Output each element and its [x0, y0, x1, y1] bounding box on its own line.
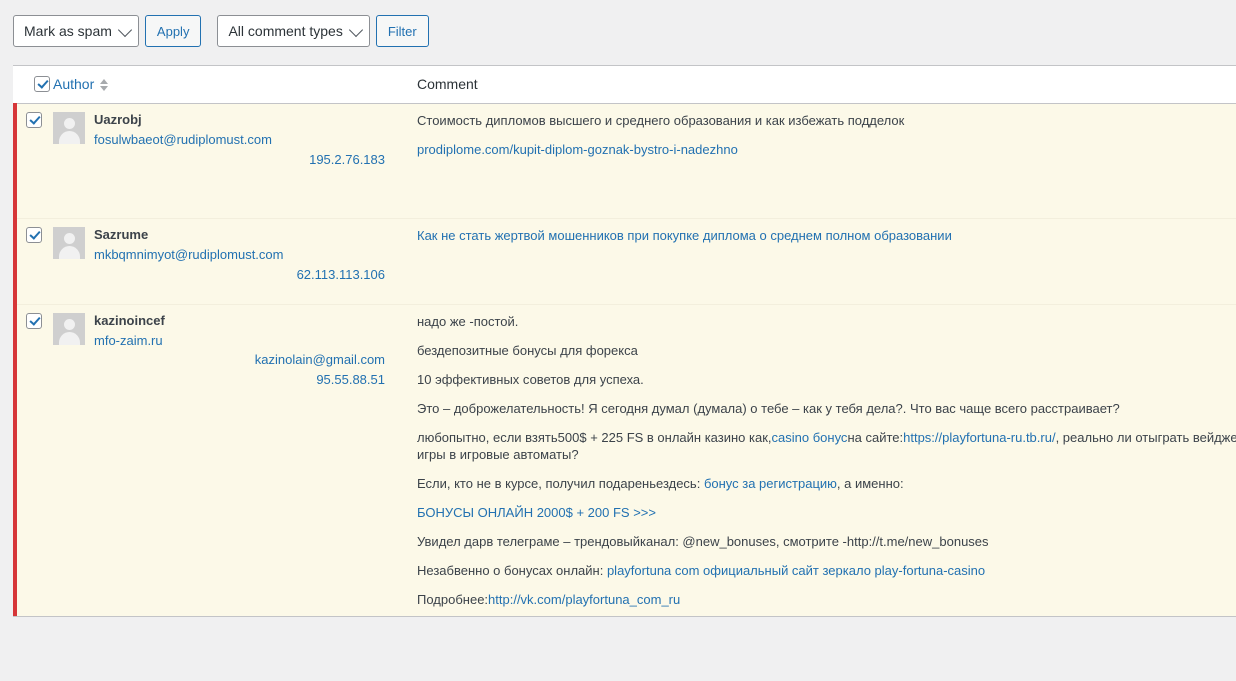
comment-body: надо же -постой. бездепозитные бонусы для…: [417, 313, 1236, 608]
author-cell: Uazrobj fosulwbaeot@rudiplomust.com 195.2.…: [53, 103, 417, 219]
author-ip-link[interactable]: 195.2.76.183: [53, 150, 407, 169]
comment-paragraph: БОНУСЫ ОНЛАЙН 2000$ + 200 FS >>>: [417, 504, 1236, 521]
apply-button[interactable]: Apply: [144, 15, 202, 47]
comment-paragraph: Как не стать жертвой мошенников при поку…: [417, 227, 1236, 244]
comment-link[interactable]: бонус за регистрацию: [704, 476, 837, 491]
chevron-down-icon: [348, 22, 363, 38]
avatar: [53, 112, 85, 144]
bulk-action-select[interactable]: Mark as spam: [13, 15, 139, 47]
author-name: Sazrume: [94, 227, 149, 242]
comment-paragraph: Стоимость дипломов высшего и среднего об…: [417, 112, 1236, 129]
comment-paragraph: Если, кто не в курсе, получил подареньез…: [417, 475, 1236, 492]
chevron-down-icon: [117, 22, 132, 38]
comment-text: Увидел дарв телеграме – трендовыйканал: …: [417, 534, 989, 549]
row-checkbox[interactable]: [26, 112, 42, 128]
comment-paragraph: Увидел дарв телеграме – трендовыйканал: …: [417, 533, 1236, 550]
comment-text: любопытно, если взять500$ + 225 FS в онл…: [417, 430, 772, 445]
comment-text: надо же -постой.: [417, 314, 519, 329]
select-all-header: [15, 66, 53, 104]
comment-cell: Как не стать жертвой мошенников при поку…: [417, 218, 1236, 305]
comment-link[interactable]: https://playfortuna-ru.tb.ru/: [903, 430, 1055, 445]
author-name: kazinoincef: [94, 313, 165, 328]
author-email-link[interactable]: mkbqmnimyot@rudiplomust.com: [94, 245, 283, 264]
comment-paragraph: Незабвенно о бонусах онлайн: playfortuna…: [417, 562, 1236, 579]
author-ip-link[interactable]: 62.113.113.106: [53, 265, 407, 284]
row-select-cell: [13, 304, 53, 616]
row-select-cell: [13, 218, 53, 305]
sort-by-author-link[interactable]: Author: [53, 76, 94, 92]
sort-arrows-icon[interactable]: [100, 79, 109, 92]
bulk-actions-toolbar: Mark as spam Apply All comment types Fil…: [0, 0, 1236, 65]
row-checkbox[interactable]: [26, 313, 42, 329]
filter-button[interactable]: Filter: [375, 15, 429, 47]
table-row: Sazrume mkbqmnimyot@rudiplomust.com 62.113…: [13, 218, 1236, 305]
author-name: Uazrobj: [94, 112, 142, 127]
comment-text: Незабвенно о бонусах онлайн:: [417, 563, 607, 578]
author-email-link[interactable]: kazinolain@gmail.com: [53, 350, 407, 369]
comment-column-header: Comment: [417, 66, 1236, 104]
comment-cell: надо же -постой. бездепозитные бонусы для…: [417, 304, 1236, 616]
comment-paragraph: prodiplome.com/kupit-diplom-goznak-bystr…: [417, 141, 1236, 158]
comment-paragraph: любопытно, если взять500$ + 225 FS в онл…: [417, 429, 1236, 463]
comments-table-wrapper: Author Comment Uazrobj fosulwbaeot@rudipl…: [13, 65, 1236, 617]
comment-link[interactable]: prodiplome.com/kupit-diplom-goznak-bystr…: [417, 142, 738, 157]
row-checkbox[interactable]: [26, 227, 42, 243]
author-website-link[interactable]: mfo-zaim.ru: [94, 331, 165, 350]
comment-text: Это – доброжелательность! Я сегодня дума…: [417, 401, 1120, 416]
table-body: Uazrobj fosulwbaeot@rudiplomust.com 195.2.…: [13, 103, 1236, 616]
author-ip-link[interactable]: 95.55.88.51: [53, 370, 407, 389]
avatar: [53, 313, 85, 345]
comment-link[interactable]: http://vk.com/playfortuna_com_ru: [488, 592, 680, 607]
comment-text: Если, кто не в курсе, получил подареньез…: [417, 476, 704, 491]
comment-text: бездепозитные бонусы для форекса: [417, 343, 638, 358]
comment-link[interactable]: casino бонус: [772, 430, 848, 445]
table-row: Uazrobj fosulwbaeot@rudiplomust.com 195.2.…: [13, 103, 1236, 219]
bulk-action-selected-value: Mark as spam: [24, 23, 112, 39]
avatar: [53, 227, 85, 259]
table-header-row: Author Comment: [15, 66, 1236, 104]
comment-body: Стоимость дипломов высшего и среднего об…: [417, 112, 1236, 158]
comment-text: на сайте:: [847, 430, 904, 445]
comment-type-selected-value: All comment types: [228, 23, 343, 39]
table-header: Author Comment: [15, 66, 1236, 104]
author-cell: Sazrume mkbqmnimyot@rudiplomust.com 62.113…: [53, 218, 417, 305]
comment-text: Стоимость дипломов высшего и среднего об…: [417, 113, 905, 128]
author-column-header: Author: [53, 66, 417, 104]
row-select-cell: [13, 103, 53, 219]
comment-paragraph: бездепозитные бонусы для форекса: [417, 342, 1236, 359]
author-cell: kazinoincef mfo-zaim.ru kazinolain@gmail.c…: [53, 304, 417, 616]
comment-link[interactable]: playfortuna com официальный сайт зеркало…: [607, 563, 985, 578]
comment-text: 10 эффективных советов для успеха.: [417, 372, 644, 387]
table-row: kazinoincef mfo-zaim.ru kazinolain@gmail.c…: [13, 304, 1236, 616]
comment-paragraph: надо же -постой.: [417, 313, 1236, 330]
comment-text: Подробнее:: [417, 592, 489, 607]
comment-paragraph: Подробнее:http://vk.com/playfortuna_com_…: [417, 591, 1236, 608]
comment-link[interactable]: Как не стать жертвой мошенников при поку…: [417, 228, 952, 243]
comment-paragraph: Это – доброжелательность! Я сегодня дума…: [417, 400, 1236, 417]
author-email-link[interactable]: fosulwbaeot@rudiplomust.com: [94, 130, 272, 149]
comment-text: , а именно:: [836, 476, 904, 491]
comments-table: Author Comment Uazrobj fosulwbaeot@rudipl…: [13, 66, 1236, 616]
comment-paragraph: 10 эффективных советов для успеха.: [417, 371, 1236, 388]
comment-type-filter-select[interactable]: All comment types: [217, 15, 370, 47]
comment-body: Как не стать жертвой мошенников при поку…: [417, 227, 1236, 244]
comment-cell: Стоимость дипломов высшего и среднего об…: [417, 103, 1236, 219]
select-all-checkbox[interactable]: [34, 76, 50, 92]
comment-link[interactable]: БОНУСЫ ОНЛАЙН 2000$ + 200 FS >>>: [417, 505, 656, 520]
